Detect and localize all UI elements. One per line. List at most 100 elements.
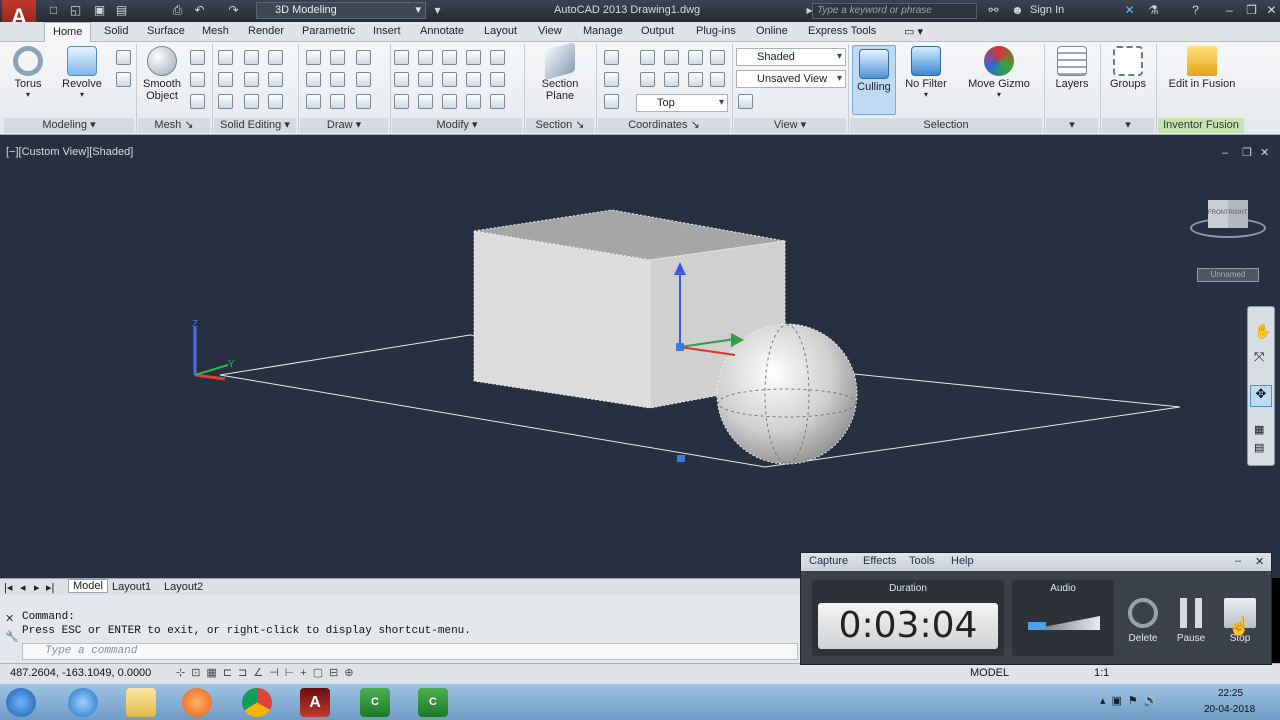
rectangle-icon[interactable] [330,94,345,109]
sign-in-link[interactable]: Sign In [1030,4,1064,16]
ucs-zaxis-icon[interactable] [710,72,725,87]
panel-mesh[interactable]: Mesh ↘ [138,118,210,133]
stretch-icon[interactable] [466,94,481,109]
save-icon[interactable]: ▣ [92,3,107,18]
quick-access-menu-icon[interactable]: ▾ [430,3,445,18]
tab-mesh[interactable]: Mesh [202,25,229,37]
camtasia-icon[interactable]: C [360,688,390,717]
tab-output[interactable]: Output [641,25,674,37]
copy-icon[interactable] [442,50,457,65]
smooth-object-button[interactable]: Smooth Object [140,46,184,102]
intersect-icon[interactable] [218,94,233,109]
ie-icon[interactable] [68,688,98,717]
polyline-icon[interactable] [306,50,321,65]
box-front-face[interactable] [473,230,651,409]
tab-solid[interactable]: Solid [104,25,128,37]
binoculars-icon[interactable]: ⚯ [986,3,1001,18]
menu-tools[interactable]: Tools [909,555,935,567]
offset-icon[interactable] [466,72,481,87]
panel-modeling[interactable]: Modeling ▾ [4,118,134,133]
sphere-solid[interactable] [716,323,858,465]
command-settings-icon[interactable]: 🔧 [5,630,19,643]
delete-icon[interactable] [1128,598,1158,628]
explorer-icon[interactable] [126,688,156,717]
tab-manage[interactable]: Manage [583,25,623,37]
fillet-icon[interactable] [394,50,409,65]
rotate-icon[interactable] [418,72,433,87]
gizmo-center[interactable] [676,343,684,351]
viewcube-front-face[interactable]: FRONT [1208,200,1229,228]
tab-plug-ins[interactable]: Plug-ins [696,25,736,37]
orbit-icon[interactable]: ✥ [1250,385,1272,407]
mesh-box-icon[interactable] [190,50,205,65]
move-icon[interactable] [418,50,433,65]
subtract-icon[interactable] [218,72,233,87]
separate-icon[interactable] [268,94,283,109]
camtasia-recorder-icon[interactable]: C [418,688,448,717]
spline-icon[interactable] [306,72,321,87]
coordinates-readout[interactable]: 487.2604, -163.1049, 0.0000 [10,667,151,679]
model-space-toggle[interactable]: MODEL [970,667,1009,679]
viewport-close-icon[interactable]: ✕ [1260,146,1269,159]
autocad-taskbar-icon[interactable]: A [300,688,330,717]
slice-icon[interactable] [244,50,259,65]
last-layout-icon[interactable]: ▸| [46,581,54,594]
ucs-object-icon[interactable] [688,50,703,65]
move-gizmo-button[interactable]: Move Gizmo ▾ [966,46,1032,99]
new-icon[interactable]: □ [46,3,61,18]
help-icon[interactable]: ? [1188,3,1203,18]
viewport-controls-label[interactable]: [−][Custom View][Shaded] [6,146,133,158]
ucs-origin-icon[interactable] [604,94,619,109]
open-icon[interactable]: ◱ [68,3,83,18]
viewport-restore-icon[interactable]: ❐ [1242,146,1252,159]
undo-icon[interactable]: ↶ [192,3,207,18]
align-icon[interactable] [418,94,433,109]
panel-modify[interactable]: Modify ▾ [392,118,522,133]
chamfer-icon[interactable] [394,72,409,87]
viewcube-right-face[interactable]: RIGHT [1228,200,1248,228]
mesh-refine-icon[interactable] [190,94,205,109]
print-icon[interactable]: ⎙ [170,3,185,18]
recorder-minimize-icon[interactable]: – [1235,555,1241,567]
nav-settings-icon[interactable]: ▤ [1254,441,1264,454]
media-player-icon[interactable] [182,688,212,717]
redo-icon[interactable]: ↷ [226,3,241,18]
exchange-icon[interactable]: ✕ [1122,3,1137,18]
tab-layout[interactable]: Layout [484,25,517,37]
pause-label[interactable]: Pause [1170,633,1212,644]
culling-button[interactable]: Culling [852,45,896,115]
panel-draw[interactable]: Draw ▾ [300,118,388,133]
tab-parametric[interactable]: Parametric [302,25,355,37]
viewport-minimize-icon[interactable]: – [1222,147,1228,159]
menu-help[interactable]: Help [951,555,974,567]
tab-home[interactable]: Home [44,22,92,42]
layers-expand-icon[interactable]: ▾ [1046,118,1098,133]
menu-effects[interactable]: Effects [863,555,896,567]
interfere-icon[interactable] [244,94,259,109]
ucs-view-icon[interactable] [688,72,703,87]
polygon-icon[interactable] [306,94,321,109]
edit-in-fusion-button[interactable]: Edit in Fusion [1164,46,1240,90]
prev-layout-icon[interactable]: ◂ [20,581,26,594]
ucs-menu[interactable]: Unnamed [1197,268,1259,282]
mirror-icon[interactable] [442,72,457,87]
visual-style-select[interactable]: Shaded [736,48,846,66]
delete-label[interactable]: Delete [1122,633,1164,644]
revolve-button[interactable]: Revolve ▾ [60,46,104,99]
user-icon[interactable]: ☻ [1010,3,1025,18]
clock-date[interactable]: 20-04-2018 [1204,704,1255,715]
zoom-icon[interactable]: ⤧ [1254,349,1264,365]
helix-icon[interactable] [330,50,345,65]
pan-icon[interactable]: ✋ [1254,323,1271,340]
minimize-icon[interactable]: – [1222,3,1237,18]
command-close-icon[interactable]: ✕ [5,612,14,625]
next-layout-icon[interactable]: ▸ [34,581,40,594]
region-icon[interactable] [356,94,371,109]
groups-expand-icon[interactable]: ▾ [1102,118,1154,133]
thicken-icon[interactable] [244,72,259,87]
union-icon[interactable] [218,50,233,65]
panel-view[interactable]: View ▾ [734,118,846,133]
view-direction-select[interactable]: Top [636,94,728,112]
ucs-z-icon[interactable] [664,50,679,65]
tab-online[interactable]: Online [756,25,788,37]
